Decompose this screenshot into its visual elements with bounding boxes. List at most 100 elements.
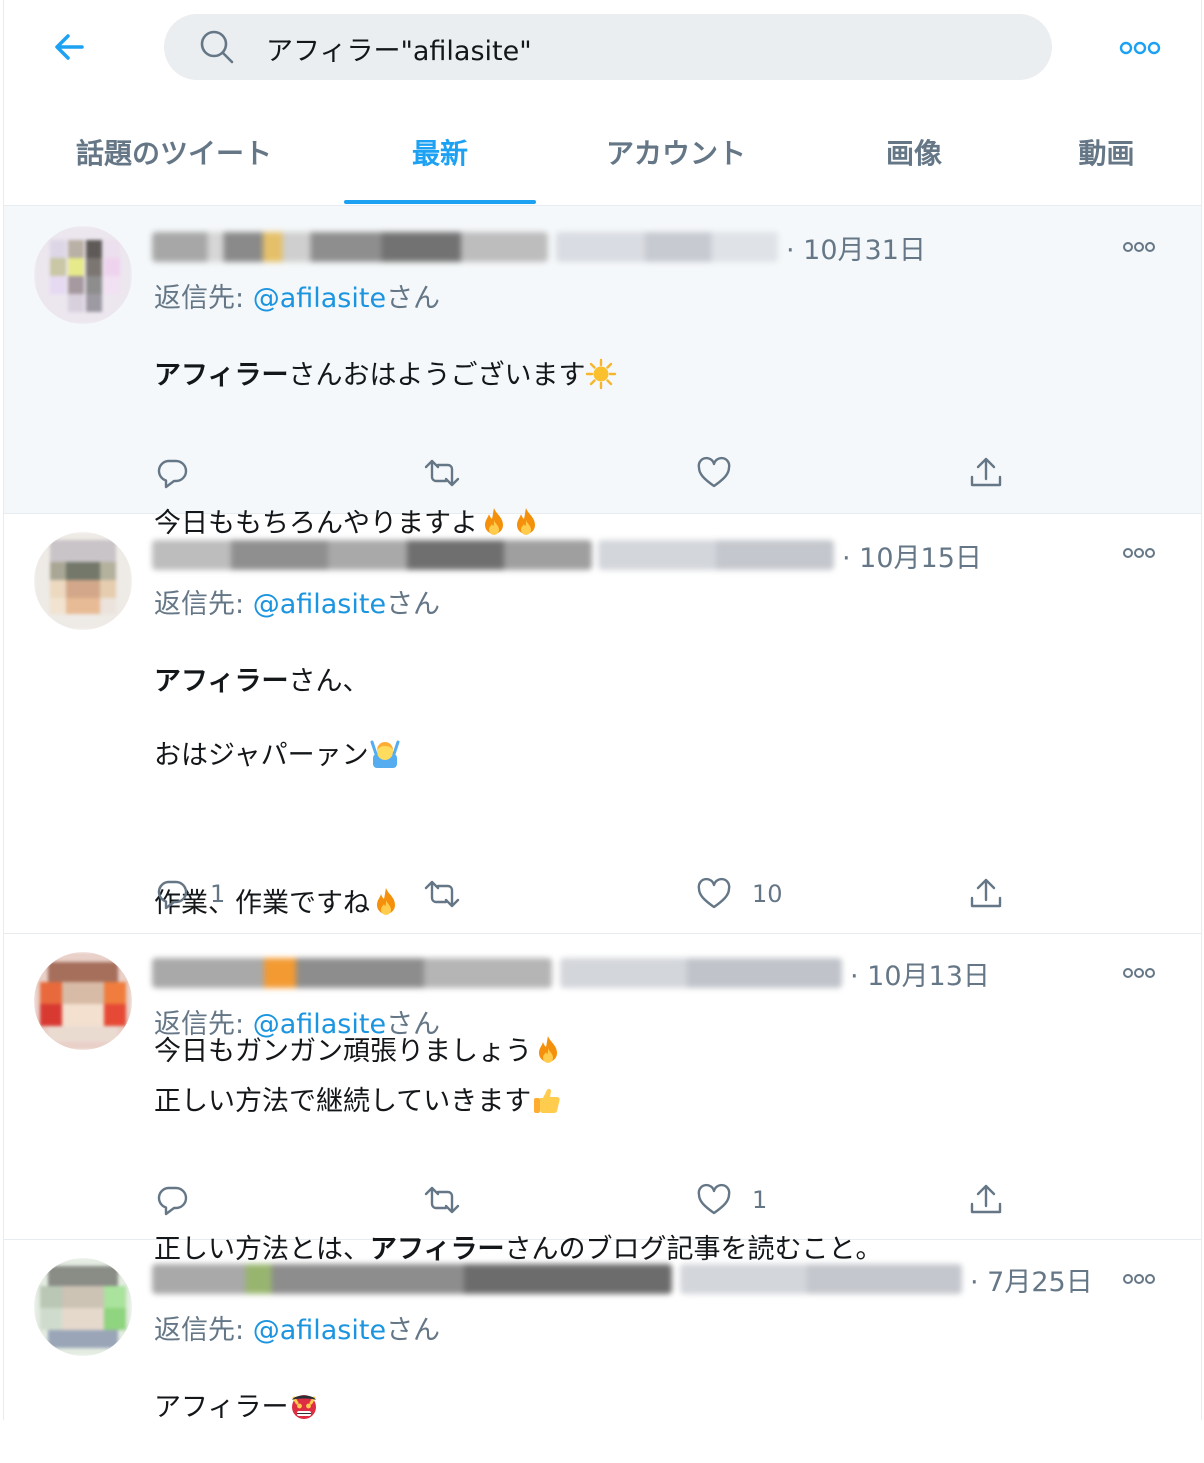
tweet-date[interactable]: · 7月25日 (970, 1260, 1093, 1299)
search-tabs: 話題のツイート 最新 アカウント 画像 動画 (4, 100, 1201, 204)
reply-handle-link[interactable]: @afilasite (253, 1009, 386, 1040)
reply-context: 返信先: @afilasiteさん (154, 1002, 440, 1041)
share-button[interactable] (968, 872, 1004, 916)
heart-icon (697, 1183, 731, 1215)
reply-handle-link[interactable]: @afilasite (253, 589, 386, 620)
app-frame: 話題のツイート 最新 アカウント 画像 動画 · 10月31日 返信先: @af… (3, 0, 1202, 1423)
heart-icon (697, 877, 731, 909)
user-handle[interactable] (556, 232, 778, 262)
ogre-emoji-icon (292, 1395, 317, 1419)
retweet-icon (424, 880, 460, 908)
tweet[interactable]: · 7月25日 返信先: @afilasiteさん アフィラー (4, 1240, 1201, 1423)
tab-accounts[interactable]: アカウント (536, 100, 816, 204)
reply-suffix: さん (386, 1009, 441, 1040)
tab-label: 話題のツイート (75, 137, 272, 170)
more-horizontal-icon (1119, 41, 1161, 55)
reply-context: 返信先: @afilasiteさん (154, 1308, 440, 1347)
reply-button[interactable] (154, 451, 190, 495)
reply-count: 1 (210, 880, 226, 908)
tweet-more-button[interactable] (1119, 538, 1159, 568)
like-count: 10 (752, 880, 783, 908)
text-line: おはジャパーァン (154, 740, 369, 771)
retweet-icon (424, 1186, 460, 1214)
retweet-button[interactable] (422, 872, 462, 916)
tweet-actions (154, 451, 1024, 495)
tweet[interactable]: · 10月15日 返信先: @afilasiteさん アフィラーさん、 おはジャ… (4, 514, 1201, 1067)
user-handle[interactable] (598, 540, 834, 570)
reply-context: 返信先: @afilasiteさん (154, 276, 440, 315)
tweet-header: · 10月15日 (152, 536, 982, 575)
text-line: 正しい方法で継続していきます (154, 1086, 532, 1117)
avatar[interactable] (34, 532, 132, 630)
text-line: アフィラー (154, 1392, 289, 1423)
retweet-icon (424, 459, 460, 487)
user-display-name[interactable] (152, 540, 592, 570)
mention-text: アフィラー (154, 360, 289, 391)
back-button[interactable] (44, 22, 94, 72)
user-display-name[interactable] (152, 232, 548, 262)
user-handle[interactable] (560, 958, 842, 988)
reply-suffix: さん (386, 1315, 441, 1346)
more-horizontal-icon (1123, 242, 1155, 252)
like-button[interactable] (696, 451, 732, 495)
search-header: 話題のツイート 最新 アカウント 画像 動画 (4, 0, 1201, 206)
reply-icon (157, 1186, 188, 1216)
tab-latest[interactable]: 最新 (344, 100, 536, 204)
heart-icon (697, 456, 731, 488)
tweet-date[interactable]: · 10月31日 (786, 228, 926, 267)
reply-icon (157, 880, 188, 910)
reply-suffix: さん (386, 283, 441, 314)
reply-button[interactable]: 1 (154, 872, 225, 916)
reply-label: 返信先: (154, 283, 253, 314)
reply-button[interactable] (154, 1178, 190, 1222)
tweet-date[interactable]: · 10月15日 (842, 536, 982, 575)
reply-context: 返信先: @afilasiteさん (154, 582, 440, 621)
share-icon (970, 457, 1002, 487)
arrow-left-icon (55, 34, 84, 60)
tab-label: 最新 (411, 137, 468, 170)
person-gesturing-emoji-icon (370, 740, 400, 768)
tab-label: 画像 (885, 137, 942, 170)
thumbs-up-emoji-icon (534, 1088, 560, 1113)
tweet-more-button[interactable] (1119, 1264, 1159, 1294)
tweet[interactable]: · 10月31日 返信先: @afilasiteさん アフィラーさんおはようござ… (4, 206, 1201, 539)
tweet-header: · 10月13日 (152, 954, 990, 993)
avatar[interactable] (34, 226, 132, 324)
tweet-header: · 10月31日 (152, 228, 926, 267)
search-input[interactable] (264, 24, 1028, 72)
retweet-button[interactable] (422, 1178, 462, 1222)
avatar[interactable] (34, 952, 132, 1050)
like-button[interactable]: 10 (696, 872, 783, 916)
tweet-more-button[interactable] (1119, 232, 1159, 262)
like-button[interactable]: 1 (696, 1178, 767, 1222)
retweet-button[interactable] (422, 451, 462, 495)
tab-top-tweets[interactable]: 話題のツイート (4, 100, 344, 204)
tab-videos[interactable]: 動画 (1012, 100, 1201, 204)
reply-suffix: さん (386, 589, 441, 620)
tweet-text: アフィラー (154, 1352, 320, 1463)
share-button[interactable] (968, 451, 1004, 495)
reply-handle-link[interactable]: @afilasite (253, 1315, 386, 1346)
tweet[interactable]: · 10月13日 返信先: @afilasiteさん 正しい方法で継続していきま… (4, 934, 1201, 1265)
mention-text: アフィラー (154, 666, 289, 697)
more-options-button[interactable] (1116, 28, 1164, 68)
search-icon (200, 30, 234, 64)
tab-images[interactable]: 画像 (816, 100, 1012, 204)
more-horizontal-icon (1123, 968, 1155, 978)
reply-label: 返信先: (154, 1009, 253, 1040)
user-display-name[interactable] (152, 1264, 672, 1294)
active-tab-indicator (344, 200, 536, 204)
sun-emoji-icon (586, 358, 617, 390)
reply-handle-link[interactable]: @afilasite (253, 283, 386, 314)
user-handle[interactable] (680, 1264, 962, 1294)
avatar[interactable] (34, 1258, 132, 1356)
tweet-date[interactable]: · 10月13日 (850, 954, 990, 993)
share-button[interactable] (968, 1178, 1004, 1222)
tweet-actions: 1 (154, 1178, 1024, 1222)
search-bar[interactable] (164, 14, 1052, 80)
text-line: さんおはようございます (288, 360, 586, 391)
tweet-more-button[interactable] (1119, 958, 1159, 988)
user-display-name[interactable] (152, 958, 552, 988)
share-icon (970, 1184, 1002, 1214)
tab-label: アカウント (605, 137, 746, 170)
